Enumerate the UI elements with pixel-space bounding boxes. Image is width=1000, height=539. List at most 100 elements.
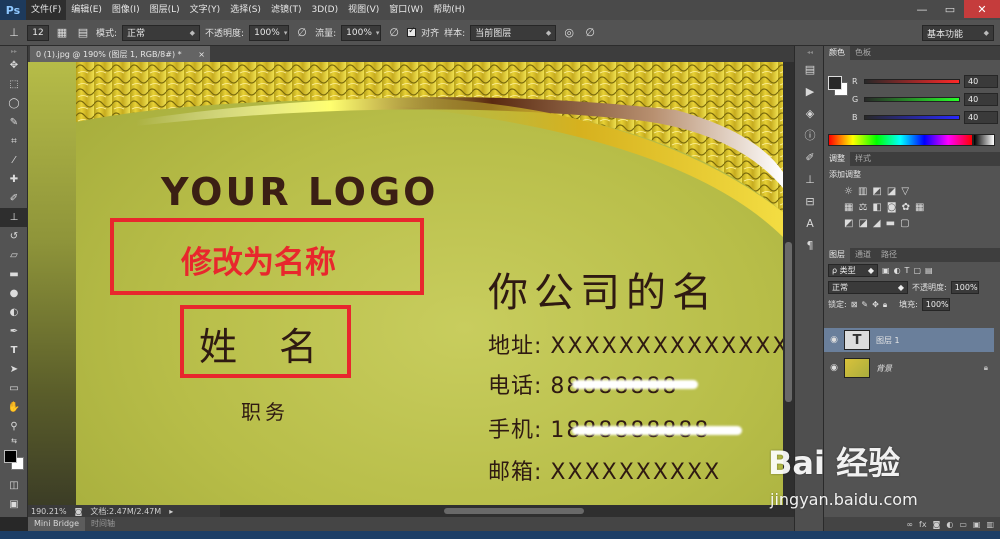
exposure-icon[interactable]: ◪ [887,186,896,197]
grayscale-ramp[interactable] [973,134,995,146]
quick-mask-icon[interactable]: ◫ [0,476,28,495]
move-tool-icon[interactable]: ✥ [0,56,28,75]
delete-layer-icon[interactable]: ▥ [986,520,994,529]
lock-position-icon[interactable]: ✥ [872,300,879,309]
scroll-thumb[interactable] [444,508,584,514]
info-panel-icon[interactable]: ⓘ [795,124,825,146]
hand-tool-icon[interactable]: ✋ [0,398,28,417]
color-swatches[interactable] [0,446,28,476]
blur-tool-icon[interactable]: ● [0,284,28,303]
chevron-right-icon[interactable]: ▸ [169,507,173,516]
pressure-size-icon[interactable]: ∅ [582,25,598,41]
brush-panel-icon[interactable]: ✐ [795,146,825,168]
rectangle-tool-icon[interactable]: ▭ [0,379,28,398]
flow-field[interactable]: 100% ▾ [341,24,382,41]
tab-paths[interactable]: 路径 [876,248,902,262]
airbrush-icon[interactable]: ∅ [386,25,402,41]
crop-tool-icon[interactable]: ⌗ [0,132,28,151]
zoom-tool-icon[interactable]: ⚲ [0,417,28,436]
new-adjustment-icon[interactable]: ◐ [946,520,953,529]
type-tool-icon[interactable]: T [0,341,28,360]
canvas-area[interactable]: YOUR LOGO 修改为名称 姓 名 职务 你公司的名 地址: XXXXXXX… [28,62,783,505]
eraser-tool-icon[interactable]: ▱ [0,246,28,265]
zoom-level[interactable]: 190.21% [31,507,67,516]
hue-saturation-icon[interactable]: ▦ [844,202,853,213]
ignore-adjustment-icon[interactable]: ◎ [561,25,577,41]
brightness-icon[interactable]: ☼ [844,186,853,197]
red-slider[interactable] [864,78,960,84]
menu-image[interactable]: 图像(I) [107,0,145,20]
filter-shape-icon[interactable]: ▢ [913,266,921,275]
sample-select[interactable]: 当前图层 ◆ [470,24,557,41]
tab-mini-bridge[interactable]: Mini Bridge [28,517,86,531]
opacity-field[interactable]: 100% ▾ [249,24,290,41]
color-spectrum-bar[interactable] [828,134,973,146]
tab-timeline[interactable]: 时间轴 [85,517,121,531]
gradient-map-icon[interactable]: ▬ [886,218,895,229]
curves-icon[interactable]: ◩ [872,186,881,197]
info-icon[interactable]: ◙ [75,507,83,516]
restore-button[interactable]: ▭ [936,0,964,18]
new-group-icon[interactable]: ▭ [959,520,967,529]
visibility-eye-icon[interactable]: ◉ [824,335,844,345]
layer-filter-select[interactable]: ρ 类型 ◆ [828,264,878,277]
menu-help[interactable]: 帮助(H) [428,0,470,20]
toggle-brush-panel-icon[interactable]: ▦ [54,25,70,41]
minimize-button[interactable]: — [908,0,936,18]
paragraph-panel-icon[interactable]: ¶ [795,234,825,256]
lasso-tool-icon[interactable]: ◯ [0,94,28,113]
gradient-tool-icon[interactable]: ▬ [0,265,28,284]
healing-brush-tool-icon[interactable]: ✚ [0,170,28,189]
actions-panel-icon[interactable]: ▶ [795,80,825,102]
close-tab-icon[interactable]: × [198,50,205,59]
filter-smart-icon[interactable]: ▤ [925,266,933,275]
menu-edit[interactable]: 编辑(E) [66,0,107,20]
color-lookup-icon[interactable]: ▦ [915,202,924,213]
menu-type[interactable]: 文字(Y) [185,0,226,20]
layer-opacity-field[interactable]: 100% [950,281,979,294]
color-balance-icon[interactable]: ⚖ [858,202,867,213]
properties-panel-icon[interactable]: ◈ [795,102,825,124]
lock-pixels-icon[interactable]: ✎ [861,300,868,309]
layer-row-background[interactable]: ◉ 背景 🔒︎ [824,356,994,380]
brush-preset-picker[interactable]: 12 [27,24,49,41]
menu-view[interactable]: 视图(V) [343,0,384,20]
menu-select[interactable]: 选择(S) [225,0,266,20]
blue-slider[interactable] [864,114,960,120]
link-layers-icon[interactable]: ∞ [906,520,913,529]
screen-mode-icon[interactable]: ▣ [0,495,28,514]
foreground-color-swatch[interactable] [4,450,17,463]
threshold-icon[interactable]: ◢ [873,218,881,229]
clone-source-icon[interactable]: ⊥ [795,168,825,190]
history-panel-icon[interactable]: ▤ [795,58,825,80]
fill-field[interactable]: 100% [921,298,950,311]
collapse-icon[interactable]: ◂◂ [795,46,825,58]
add-style-icon[interactable]: fx [919,520,927,529]
lock-transparent-icon[interactable]: ⊠ [851,300,858,309]
history-brush-tool-icon[interactable]: ↺ [0,227,28,246]
menu-file[interactable]: 文件(F) [26,0,67,20]
eyedropper-tool-icon[interactable]: ⁄ [0,151,28,170]
clone-stamp-tool-icon[interactable]: ⊥ [0,208,28,227]
brush-tool-icon[interactable]: ✐ [0,189,28,208]
tab-adjustments[interactable]: 调整 [824,152,850,166]
document-tab[interactable]: 0 (1).jpg @ 190% (图层 1, RGB/8#) * × [30,46,210,62]
pressure-opacity-icon[interactable]: ∅ [294,25,310,41]
layer-row-text[interactable]: ◉ T 图层 1 [824,328,994,352]
tab-channels[interactable]: 通道 [850,248,876,262]
horizontal-scrollbar[interactable] [220,505,794,517]
scroll-thumb[interactable] [785,242,792,402]
add-mask-icon[interactable]: ◙ [933,520,941,529]
invert-icon[interactable]: ◩ [844,218,853,229]
menu-3d[interactable]: 3D(D) [306,0,343,20]
character-panel-icon[interactable]: A [795,212,825,234]
filter-pixel-icon[interactable]: ▣ [882,266,890,275]
menu-window[interactable]: 窗口(W) [384,0,428,20]
foreground-color-swatch[interactable] [828,76,842,90]
quick-select-tool-icon[interactable]: ✎ [0,113,28,132]
mode-select[interactable]: 正常 ◆ [122,24,201,41]
tool-presets-icon[interactable]: ⊟ [795,190,825,212]
workspace-select[interactable]: 基本功能 ◆ [922,25,994,41]
filter-type-icon[interactable]: T [905,266,910,275]
green-value-field[interactable]: 40 [964,92,998,106]
